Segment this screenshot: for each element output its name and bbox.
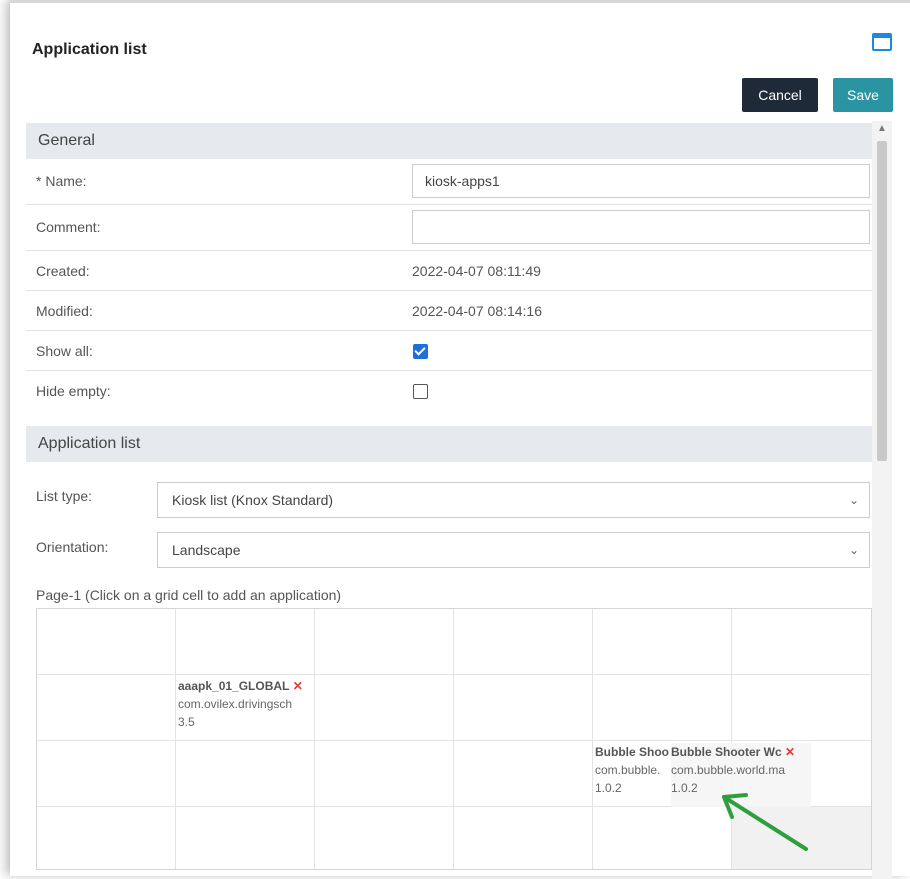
grid-cell[interactable] [315, 675, 454, 741]
modified-row: Modified: 2022-04-07 08:14:16 [26, 291, 872, 331]
created-row: Created: 2022-04-07 08:11:49 [26, 251, 872, 291]
app-name: Bubble Shooter Wc [671, 745, 782, 759]
grid-cell[interactable] [315, 609, 454, 675]
orientation-row: Orientation: Landscape ⌄ [26, 527, 872, 577]
save-button[interactable]: Save [833, 78, 893, 112]
grid-cell[interactable] [454, 807, 593, 869]
grid-cell[interactable] [593, 675, 732, 741]
grid-cell[interactable] [732, 675, 871, 741]
grid-cell[interactable] [37, 675, 176, 741]
grid-cell[interactable] [37, 741, 176, 807]
chevron-down-icon: ⌄ [848, 493, 859, 507]
show-all-checkbox[interactable] [413, 344, 428, 359]
app-version: 1.0.2 [595, 781, 622, 795]
scrollbar-thumb[interactable] [877, 141, 887, 461]
form-scroll-area: General * Name: kiosk-apps1 Comment: Cre… [26, 121, 872, 879]
cancel-button[interactable]: Cancel [742, 78, 818, 112]
grid-cell[interactable] [454, 741, 593, 807]
list-type-label: List type: [36, 488, 93, 504]
vertical-scrollbar[interactable]: ▲ [872, 121, 892, 879]
list-type-select[interactable]: Kiosk list (Knox Standard) ⌄ [157, 482, 870, 518]
grid-app-entry: aaapk_01_GLOBAL ✕ com.ovilex.drivingsch … [178, 677, 314, 731]
modified-label: Modified: [36, 303, 93, 319]
grid-cell-app-1[interactable]: aaapk_01_GLOBAL ✕ com.ovilex.drivingsch … [176, 675, 315, 741]
remove-app-icon[interactable]: ✕ [293, 679, 303, 693]
grid-cell[interactable] [37, 609, 176, 675]
name-input[interactable]: kiosk-apps1 [412, 164, 870, 198]
list-type-value: Kiosk list (Knox Standard) [172, 492, 334, 508]
orientation-value: Landscape [172, 542, 241, 558]
app-package: com.ovilex.drivingsch [178, 697, 293, 711]
grid-cell[interactable] [176, 609, 315, 675]
dialog-title: Application list [32, 41, 147, 58]
app-version: 3.5 [178, 715, 195, 729]
modified-value: 2022-04-07 08:14:16 [412, 303, 542, 319]
annotation-arrow-icon [722, 793, 808, 851]
grid-cell[interactable] [315, 807, 454, 869]
grid-caption: Page-1 (Click on a grid cell to add an a… [36, 587, 342, 603]
grid-cell[interactable] [593, 609, 732, 675]
grid-cell[interactable] [454, 675, 593, 741]
show-all-row: Show all: [26, 331, 872, 371]
hide-empty-checkbox[interactable] [413, 384, 428, 399]
show-all-label: Show all: [36, 343, 93, 359]
scroll-up-icon[interactable]: ▲ [877, 123, 887, 134]
comment-row: Comment: [26, 205, 872, 251]
general-section-header: General [26, 123, 872, 159]
grid-cell[interactable] [454, 609, 593, 675]
created-value: 2022-04-07 08:11:49 [412, 263, 541, 279]
chevron-down-icon: ⌄ [848, 543, 859, 557]
grid-app-entry: Bubble Shoo com.bubble. 1.0.2 [595, 743, 677, 797]
grid-cell[interactable] [315, 741, 454, 807]
orientation-label: Orientation: [36, 539, 109, 555]
app-name: aaapk_01_GLOBAL [178, 679, 290, 693]
grid-cell[interactable] [732, 609, 871, 675]
app-name: Bubble Shoo [595, 745, 669, 759]
grid-cell[interactable] [176, 741, 315, 807]
app-package: com.bubble.world.ma [671, 763, 786, 777]
comment-input[interactable] [412, 210, 870, 244]
comment-label: Comment: [36, 219, 101, 235]
orientation-select[interactable]: Landscape ⌄ [157, 532, 870, 568]
name-label: * Name: [36, 173, 87, 189]
hide-empty-row: Hide empty: [26, 371, 872, 411]
hide-empty-label: Hide empty: [36, 383, 111, 399]
name-row: * Name: kiosk-apps1 [26, 159, 872, 205]
remove-app-icon[interactable]: ✕ [785, 745, 795, 759]
grid-cell[interactable] [37, 807, 176, 869]
application-list-section-header: Application list [26, 426, 872, 462]
created-label: Created: [36, 263, 90, 279]
application-list-dialog: Application list Cancel Save General * N… [10, 0, 910, 879]
window-maximize-icon[interactable] [872, 33, 892, 51]
list-type-row: List type: Kiosk list (Knox Standard) ⌄ [26, 476, 872, 526]
app-package: com.bubble. [595, 763, 661, 777]
grid-cell[interactable] [176, 807, 315, 869]
